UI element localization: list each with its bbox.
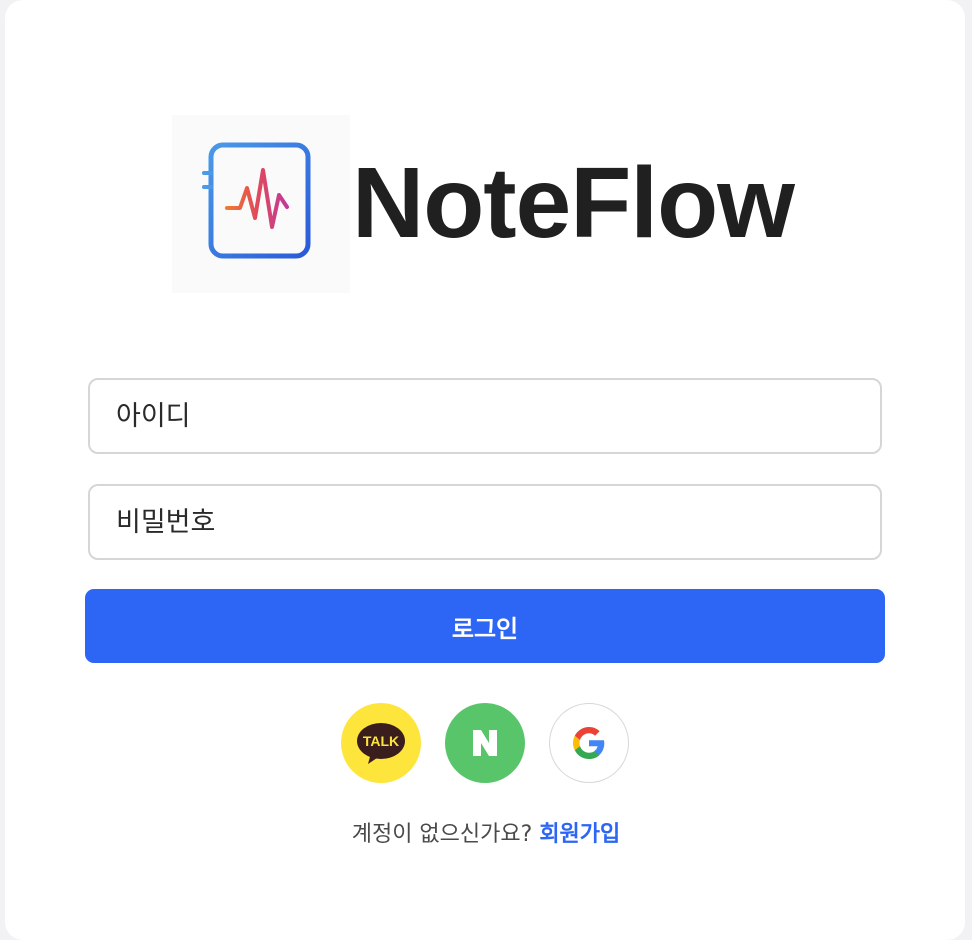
brand-name: NoteFlow <box>352 147 795 259</box>
google-icon <box>573 727 605 759</box>
password-input[interactable] <box>88 484 882 560</box>
kakao-talk-label: TALK <box>363 733 399 749</box>
signup-link[interactable]: 회원가입 <box>539 822 620 847</box>
kakao-talk-icon: TALK <box>357 723 405 764</box>
google-login-button[interactable] <box>549 703 629 783</box>
id-input[interactable] <box>88 378 882 454</box>
naver-icon <box>473 730 497 756</box>
signup-prompt: 계정이 없으신가요? <box>351 822 533 847</box>
app-logo-icon <box>172 115 350 293</box>
login-card <box>5 0 965 940</box>
login-button[interactable]: 로그인 <box>85 589 885 663</box>
signup-prompt-line: 계정이 없으신가요? 회원가입 <box>0 816 972 848</box>
naver-login-button[interactable] <box>445 703 525 783</box>
kakao-login-button[interactable]: TALK <box>341 703 421 783</box>
